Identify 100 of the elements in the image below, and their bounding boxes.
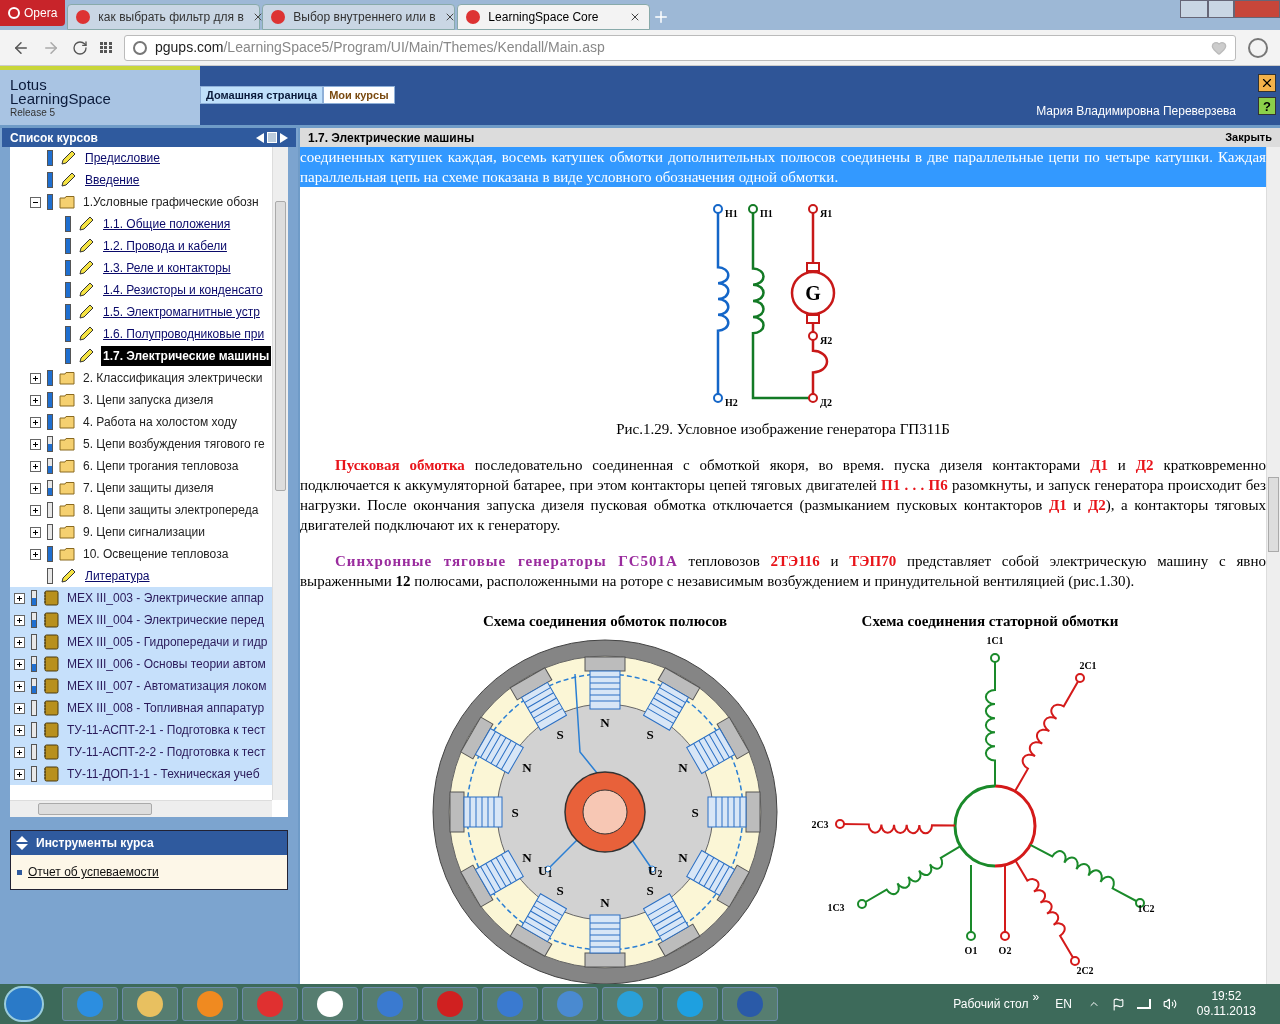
tree-item[interactable]: 10. Освещение тепловоза — [81, 544, 231, 564]
tree-item[interactable]: ТУ-11-АСПТ-2-1 - Подготовка к тест — [65, 720, 268, 740]
tree-item[interactable]: 1.5. Электромагнитные устр — [101, 302, 262, 322]
expand-toggle[interactable] — [30, 394, 41, 406]
pole-label: N — [522, 760, 532, 775]
figure-title: Схема соединения обмоток полюсов — [482, 612, 728, 631]
expand-toggle[interactable] — [30, 548, 41, 560]
toggle-icon[interactable] — [16, 835, 28, 851]
tree-item[interactable]: МЕХ III_006 - Основы теории автом — [65, 654, 268, 674]
terminal-label: 2С3 — [811, 819, 829, 830]
tree-item[interactable]: 7. Цепи защиты дизеля — [81, 478, 216, 498]
address-field[interactable]: pgups.com/LearningSpace5/Program/UI/Main/Themes/Kendall/Main.asp — [124, 34, 1236, 61]
expand-toggle[interactable] — [14, 614, 25, 626]
tree-item[interactable]: МЕХ III_004 - Электрические перед — [65, 610, 266, 630]
expand-toggle[interactable] — [14, 702, 25, 714]
pole-label: N — [522, 850, 532, 865]
expand-toggle[interactable] — [14, 658, 25, 670]
sidebar-title: Список курсов — [10, 129, 98, 147]
flag-icon[interactable] — [1111, 997, 1125, 1011]
expand-toggle[interactable] — [14, 636, 25, 648]
vertical-scrollbar[interactable] — [1266, 147, 1280, 984]
book-icon — [43, 678, 59, 694]
terminal-label: Н2 — [725, 397, 738, 408]
collapse-toggle[interactable] — [30, 196, 41, 208]
tree-item[interactable]: 9. Цепи сигнализации — [81, 522, 207, 542]
browser-tab[interactable]: Выбор внутреннего или в — [262, 4, 456, 30]
expand-toggle[interactable] — [14, 768, 25, 780]
terminal-label: 1С2 — [1137, 903, 1155, 914]
expand-toggle[interactable] — [30, 526, 41, 538]
expand-toggle[interactable] — [14, 680, 25, 692]
tree-item[interactable]: ТУ-11-ДОП-1-1 - Техническая учеб — [65, 764, 262, 784]
reload-icon[interactable] — [72, 39, 88, 56]
content-title: 1.7. Электрические машины — [308, 129, 475, 147]
logo-icon — [8, 7, 20, 19]
tree-item[interactable]: 1.3. Реле и контакторы — [101, 258, 233, 278]
tree-item[interactable]: МЕХ III_003 - Электрические аппар — [65, 588, 266, 608]
pencil-icon — [77, 347, 95, 365]
help-button[interactable]: ? — [1258, 97, 1276, 115]
tree-item[interactable]: 6. Цепи трогания тепловоза — [81, 456, 241, 476]
tree-item[interactable]: Литература — [83, 566, 152, 586]
expand-toggle[interactable] — [14, 592, 25, 604]
nav-tab[interactable]: Домашняя страница — [200, 86, 324, 104]
expand-icon[interactable] — [280, 132, 288, 143]
signal-icon — [1136, 999, 1151, 1009]
book-icon — [43, 590, 59, 606]
site-icon — [466, 10, 481, 24]
minimize-button[interactable] — [1180, 0, 1208, 18]
tree-item[interactable]: 1.6. Полупроводниковые при — [101, 324, 267, 344]
tree-item[interactable]: 2. Классификация электрически — [81, 368, 265, 388]
tree-item[interactable]: 1.7. Электрические машины — [101, 346, 272, 366]
pole-label: S — [511, 805, 519, 820]
tree-item[interactable]: 1.1. Общие положения — [101, 214, 233, 234]
pole-label: S — [691, 805, 699, 820]
expand-toggle[interactable] — [30, 438, 41, 450]
menu-button[interactable]: Opera — [0, 0, 66, 26]
speed-dial-icon[interactable] — [100, 42, 112, 53]
pencil-icon — [77, 237, 95, 255]
highlighted-text: соединенных катушек каждая, восемь катушек обмотки дополнительных полюсов соединены в две параллельные цепи по четыре катушки. Каждая параллельная цепь на схеме показана в виде условного обозначения одной обмотки. — [300, 147, 1266, 187]
expand-toggle[interactable] — [30, 504, 41, 516]
tree-item[interactable]: 4. Работа на холостом ходу — [81, 412, 239, 432]
expand-toggle[interactable] — [30, 416, 41, 428]
tree-item[interactable]: Введение — [83, 170, 142, 190]
terminal-label: U$_{2}$ — [648, 862, 663, 881]
desktop-label[interactable]: Рабочий стол — [953, 995, 1029, 1013]
expand-toggle[interactable] — [14, 746, 25, 758]
expand-toggle[interactable] — [14, 724, 25, 736]
expand-toggle[interactable] — [30, 460, 41, 472]
expand-toggle[interactable] — [30, 372, 41, 384]
tree-item[interactable]: 8. Цепи защиты электропереда — [81, 500, 261, 520]
tree-item[interactable]: 5. Цепи возбуждения тягового ге — [81, 434, 267, 454]
vertical-scrollbar[interactable] — [272, 147, 288, 800]
release-text: Release 5 — [10, 107, 56, 120]
tree-item[interactable]: 1.Условные графические обозн — [81, 192, 261, 212]
report-link[interactable]: Отчет об успеваемости — [28, 863, 159, 881]
start-button[interactable] — [4, 986, 44, 1022]
tree-item[interactable]: МЕХ III_008 - Топливная аппаратур — [65, 698, 267, 718]
user-name: Мария Владимировна Переверзева — [1036, 103, 1236, 120]
tree-item[interactable]: МЕХ III_007 - Автоматизация локом — [65, 676, 269, 696]
horizontal-scrollbar[interactable] — [10, 800, 272, 817]
figure-caption: Рис.1.29. Условное изображение генератора ГП311Б — [615, 420, 951, 439]
tree-item[interactable]: 1.4. Резисторы и конденсато — [101, 280, 265, 300]
chevron-label[interactable]: » — [1032, 988, 1040, 1006]
maximize-button[interactable] — [1208, 0, 1234, 18]
pole-label: N — [678, 850, 688, 865]
collapse-icon[interactable] — [256, 132, 264, 143]
browser-tab[interactable]: как выбрать фильтр для в — [67, 4, 261, 30]
close-link[interactable]: Закрыть — [1225, 129, 1272, 146]
terminal-label: Я1 — [820, 208, 833, 219]
tree-item[interactable]: МЕХ III_005 - Гидропередачи и гидр — [65, 632, 270, 652]
language-label[interactable]: EN — [1055, 995, 1072, 1013]
pencil-icon — [77, 325, 95, 343]
tree-item[interactable]: ТУ-11-АСПТ-2-2 - Подготовка к тест — [65, 742, 268, 762]
close-button[interactable] — [1258, 74, 1276, 92]
tree-item[interactable]: 1.2. Провода и кабели — [101, 236, 229, 256]
nav-tab[interactable]: Мои курсы — [323, 86, 395, 104]
tree-item[interactable]: 3. Цепи запуска дизеля — [81, 390, 216, 410]
expand-toggle[interactable] — [30, 482, 41, 494]
browser-tab[interactable]: LearningSpace Core — [457, 4, 651, 30]
tools-title: Инструменты курса — [36, 835, 154, 852]
tree-item[interactable]: Предисловие — [83, 148, 162, 168]
